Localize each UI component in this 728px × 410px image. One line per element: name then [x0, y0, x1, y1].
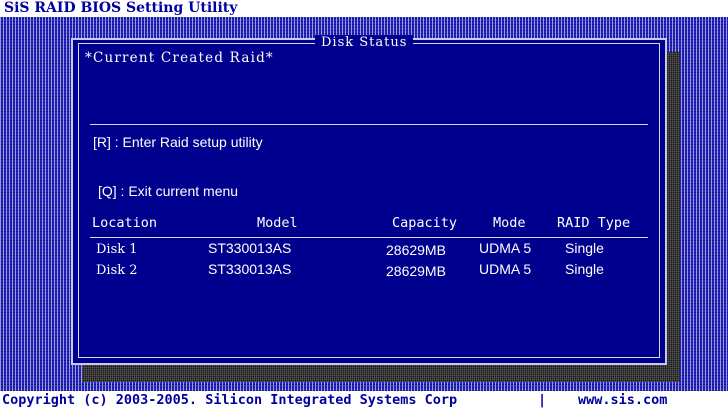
column-header-raid-type: RAID Type [557, 215, 631, 231]
disk-status-dialog: Disk Status *Current Created Raid* [R] :… [71, 35, 667, 365]
section-divider [90, 124, 648, 125]
column-header-location: Location [92, 215, 158, 231]
cell-raid-type: Single [565, 261, 604, 277]
table-header-divider [90, 237, 648, 238]
website-text: www.sis.com [578, 392, 668, 408]
column-header-capacity: Capacity [392, 215, 458, 231]
status-bar: Copyright (c) 2003-2005. Silicon Integra… [0, 391, 728, 410]
current-created-raid-label: *Current Created Raid* [85, 50, 278, 66]
cell-location: Disk 2 [96, 263, 138, 278]
cell-model: ST330013AS [208, 240, 292, 256]
cell-capacity: 28629MB [386, 263, 446, 279]
cell-location: Disk 1 [96, 242, 138, 257]
cell-raid-type: Single [565, 240, 604, 256]
hint-enter-raid-setup[interactable]: [R] : Enter Raid setup utility [93, 134, 263, 150]
status-separator: | [538, 392, 547, 408]
dialog-inner-border [78, 43, 660, 358]
copyright-text: Copyright (c) 2003-2005. Silicon Integra… [2, 392, 458, 408]
cell-mode: UDMA 5 [479, 261, 532, 277]
cell-mode: UDMA 5 [479, 240, 532, 256]
dialog-title: Disk Status [315, 35, 414, 50]
cell-capacity: 28629MB [386, 242, 446, 258]
column-header-mode: Mode [493, 215, 526, 231]
hint-exit-menu[interactable]: [Q] : Exit current menu [98, 183, 238, 199]
cell-model: ST330013AS [208, 261, 292, 277]
column-header-model: Model [257, 215, 298, 231]
app-title: SiS RAID BIOS Setting Utility [0, 0, 728, 17]
